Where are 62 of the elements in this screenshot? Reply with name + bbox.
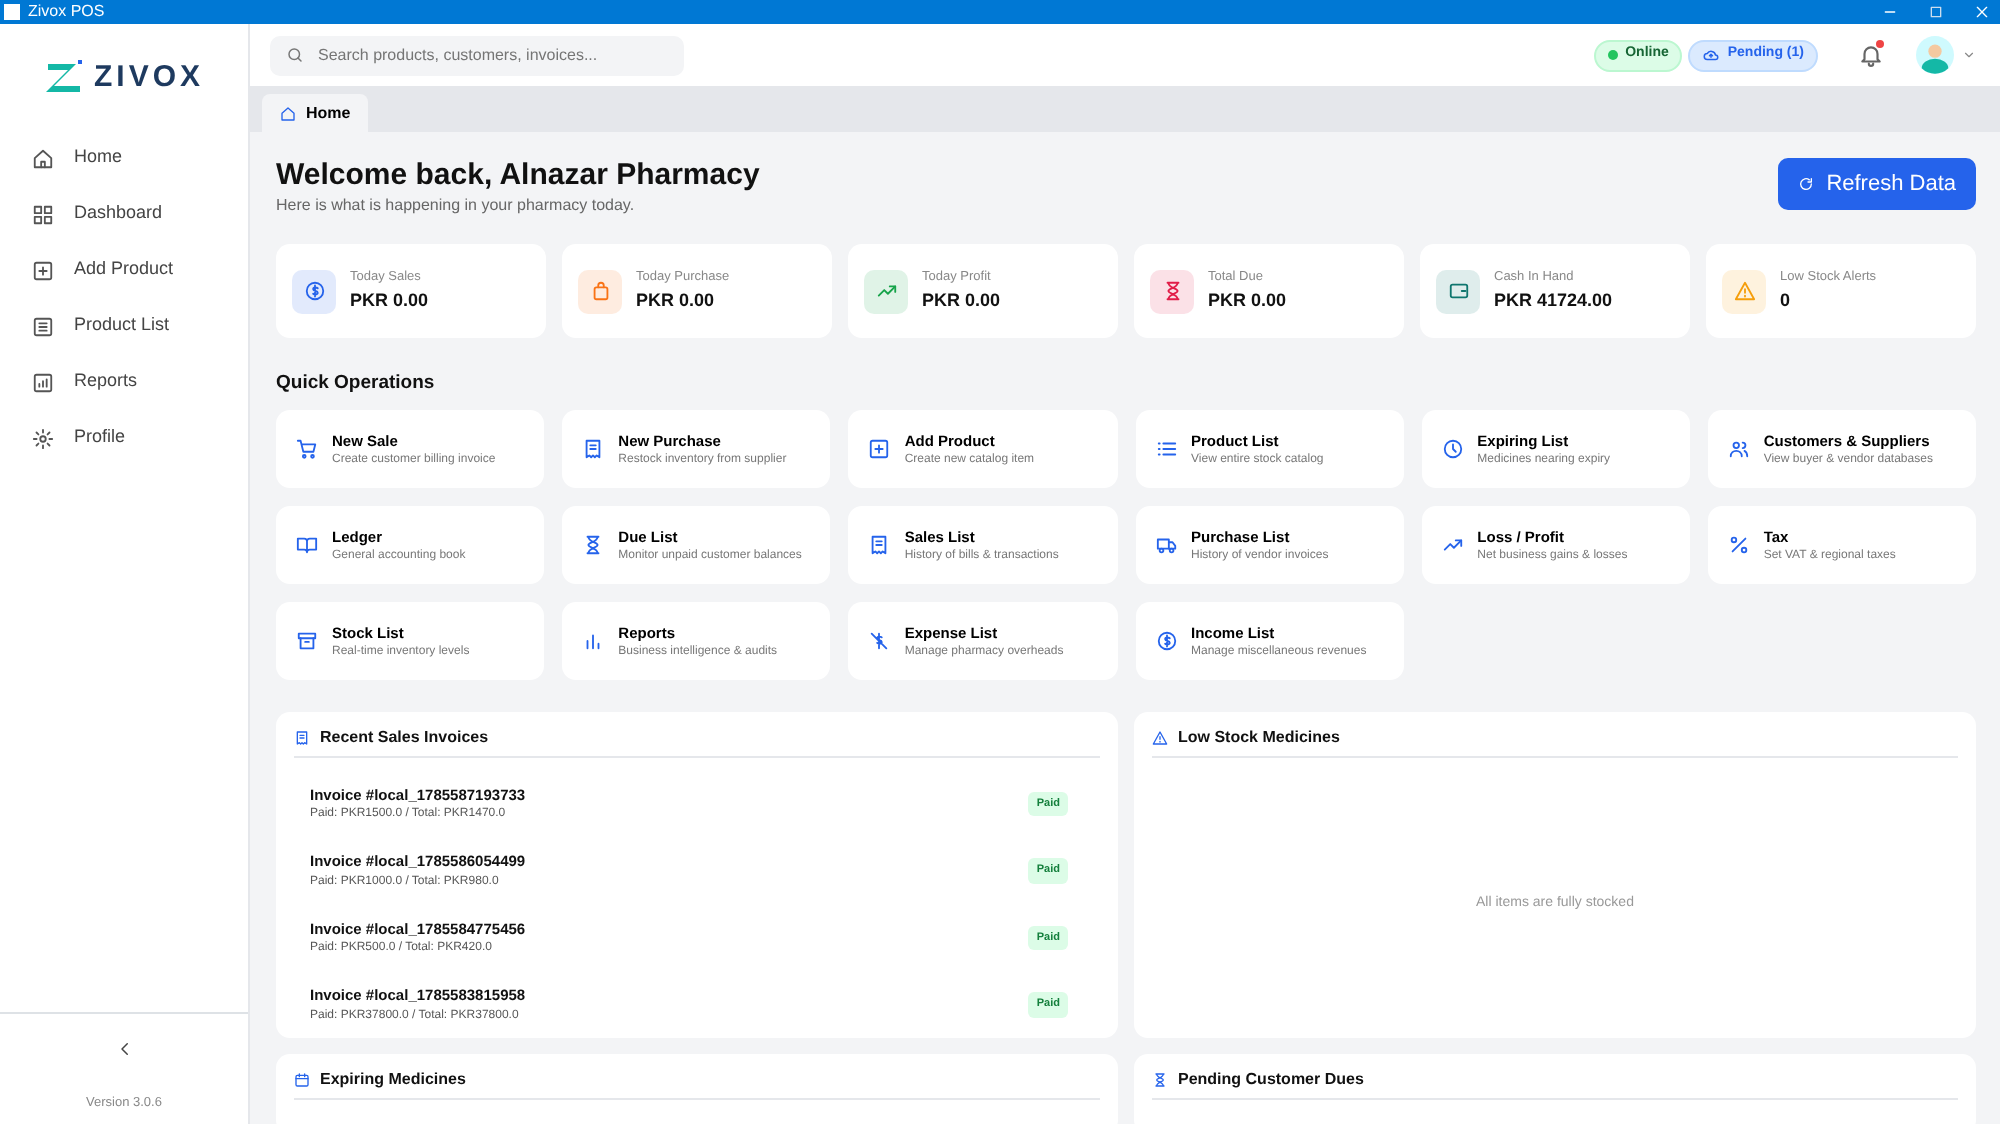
no-money-icon: [868, 630, 891, 653]
panel-title: Recent Sales Invoices: [320, 726, 489, 751]
refresh-icon: [1798, 176, 1815, 192]
dashboard-icon: [32, 203, 54, 225]
stat-value: PKR 0.00: [350, 287, 429, 314]
stat-value: PKR 0.00: [922, 287, 1001, 314]
refresh-button[interactable]: Refresh Data: [1778, 158, 1976, 210]
notification-button[interactable]: [1858, 40, 1884, 70]
cart-icon: [296, 438, 318, 461]
app-icon: [4, 4, 20, 20]
hourglass-icon: [582, 534, 605, 557]
cloud-icon: [1701, 46, 1720, 64]
window-title: Zivox POS: [28, 0, 105, 24]
search-icon: [286, 46, 304, 64]
chevron-down-icon: [1962, 48, 1976, 62]
status-dot: [1607, 50, 1618, 60]
stat-value: 0: [1780, 287, 1793, 314]
panel-title: Low Stock Medicines: [1178, 726, 1340, 751]
people-icon: [1727, 438, 1750, 461]
add-icon: [32, 259, 54, 281]
maximize-icon: [1928, 4, 1944, 20]
stat-value: PKR 0.00: [1208, 287, 1287, 314]
sidebar-item[interactable]: Home: [8, 130, 240, 186]
chevron-left-icon: [115, 1040, 133, 1059]
tab[interactable]: Home: [262, 94, 369, 132]
truck-icon: [1155, 534, 1177, 557]
home-icon: [32, 147, 54, 169]
sidebar-item[interactable]: Product List: [8, 298, 240, 354]
panel-title: Expiring Medicines: [320, 1068, 466, 1093]
sidebar-item[interactable]: Reports: [8, 354, 240, 410]
bar-chart-icon: [582, 630, 605, 653]
stat-value: PKR 41724.00: [1494, 287, 1613, 314]
sidebar-item[interactable]: Profile: [8, 410, 240, 466]
calendar-icon: [294, 1072, 310, 1089]
hourglass-icon: [1152, 1072, 1168, 1089]
sidebar-item[interactable]: Add Product: [8, 242, 240, 298]
search-field[interactable]: Search products, customers, invoices...: [270, 35, 684, 75]
stat-value: PKR 0.00: [636, 287, 717, 314]
dollar-icon: [1155, 630, 1177, 653]
receipt-icon: [868, 534, 891, 557]
percent-icon: [1727, 534, 1750, 557]
bell-icon: [1858, 41, 1884, 68]
book-icon: [296, 534, 318, 557]
page-title: Welcome back, Alnazar Pharmacy: [276, 158, 760, 194]
settings-icon: [32, 427, 54, 449]
receipt-icon: [582, 438, 605, 461]
logo-text: ZIVOX: [93, 61, 204, 91]
close-icon: [1974, 4, 1990, 20]
receipt-icon: [294, 730, 310, 747]
list-icon: [32, 315, 54, 337]
clock-icon: [1441, 438, 1464, 461]
logo-mark: [43, 60, 88, 92]
archive-icon: [296, 630, 318, 653]
panel-title: Pending Customer Dues: [1178, 1068, 1364, 1093]
list-icon: [1155, 438, 1177, 461]
sidebar-item[interactable]: Dashboard: [8, 186, 240, 242]
add-icon: [868, 438, 891, 461]
section-title: Quick Operations: [276, 370, 437, 398]
page-subtitle: Here is what is happening in your pharmacy today.: [276, 194, 637, 218]
warning-icon: [1152, 730, 1168, 747]
chart-icon: [32, 371, 54, 393]
home-icon: [280, 105, 296, 121]
